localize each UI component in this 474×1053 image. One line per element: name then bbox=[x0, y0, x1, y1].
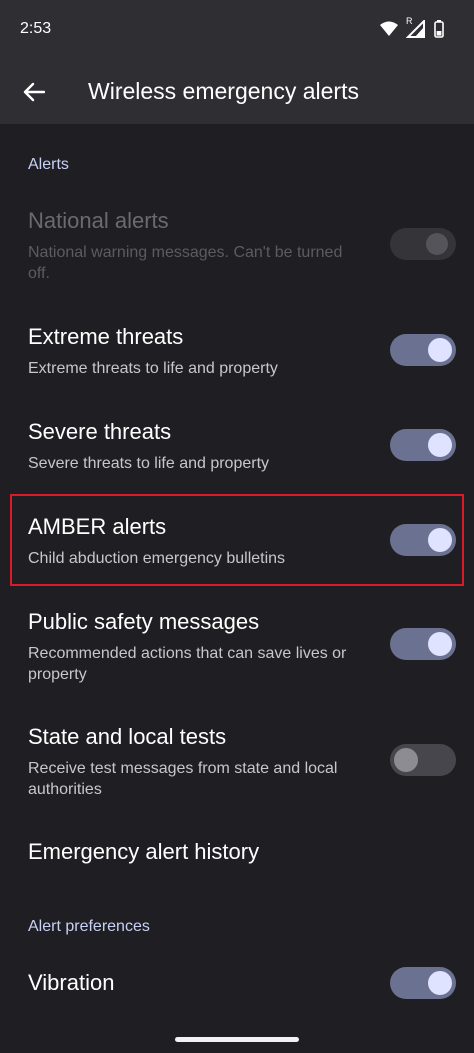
setting-title: Severe threats bbox=[28, 419, 172, 444]
setting-national-alerts: National alerts National warning message… bbox=[0, 208, 474, 288]
vibration-switch[interactable] bbox=[390, 967, 456, 999]
setting-subtitle: Recommended actions that can save lives … bbox=[28, 645, 347, 683]
setting-title: Extreme threats bbox=[28, 324, 184, 349]
gesture-nav-handle[interactable] bbox=[175, 1037, 299, 1042]
status-icons: R bbox=[380, 16, 444, 40]
setting-public-safety[interactable]: Public safety messages Recommended actio… bbox=[0, 609, 474, 689]
setting-subtitle: National warning messages. Can't be turn… bbox=[28, 244, 343, 282]
setting-amber-alerts[interactable]: AMBER alerts Child abduction emergency b… bbox=[0, 514, 474, 574]
status-bar: 2:53 R bbox=[0, 0, 474, 60]
back-button[interactable] bbox=[14, 72, 54, 112]
severe-threats-switch[interactable] bbox=[390, 429, 456, 461]
extreme-threats-switch[interactable] bbox=[390, 334, 456, 366]
setting-subtitle: Severe threats to life and property bbox=[28, 455, 270, 472]
setting-title: National alerts bbox=[28, 208, 169, 233]
status-time: 2:53 bbox=[20, 20, 52, 37]
back-arrow-icon bbox=[23, 82, 45, 102]
setting-subtitle: Extreme threats to life and property bbox=[28, 360, 278, 377]
wifi-icon bbox=[380, 21, 398, 36]
battery-icon bbox=[434, 20, 444, 38]
section-header-preferences: Alert preferences bbox=[28, 918, 150, 935]
setting-title: AMBER alerts bbox=[28, 514, 167, 539]
setting-alert-history[interactable]: Emergency alert history bbox=[0, 839, 474, 879]
setting-subtitle: Child abduction emergency bulletins bbox=[28, 550, 286, 567]
setting-extreme-threats[interactable]: Extreme threats Extreme threats to life … bbox=[0, 324, 474, 384]
page-title: Wireless emergency alerts bbox=[88, 78, 359, 104]
setting-title: Vibration bbox=[28, 970, 115, 995]
amber-alerts-switch[interactable] bbox=[390, 524, 456, 556]
setting-subtitle: Receive test messages from state and loc… bbox=[28, 760, 338, 798]
signal-icon: R bbox=[406, 16, 426, 38]
public-safety-switch[interactable] bbox=[390, 628, 456, 660]
setting-title: State and local tests bbox=[28, 724, 227, 749]
setting-severe-threats[interactable]: Severe threats Severe threats to life an… bbox=[0, 419, 474, 479]
setting-state-local-tests[interactable]: State and local tests Receive test messa… bbox=[0, 724, 474, 804]
setting-title: Public safety messages bbox=[28, 609, 260, 634]
setting-vibration[interactable]: Vibration bbox=[0, 967, 474, 1010]
national-alerts-switch bbox=[390, 228, 456, 260]
setting-title: Emergency alert history bbox=[28, 839, 260, 864]
section-header-alerts: Alerts bbox=[28, 156, 69, 173]
app-bar: Wireless emergency alerts bbox=[0, 60, 474, 124]
state-local-tests-switch[interactable] bbox=[390, 744, 456, 776]
